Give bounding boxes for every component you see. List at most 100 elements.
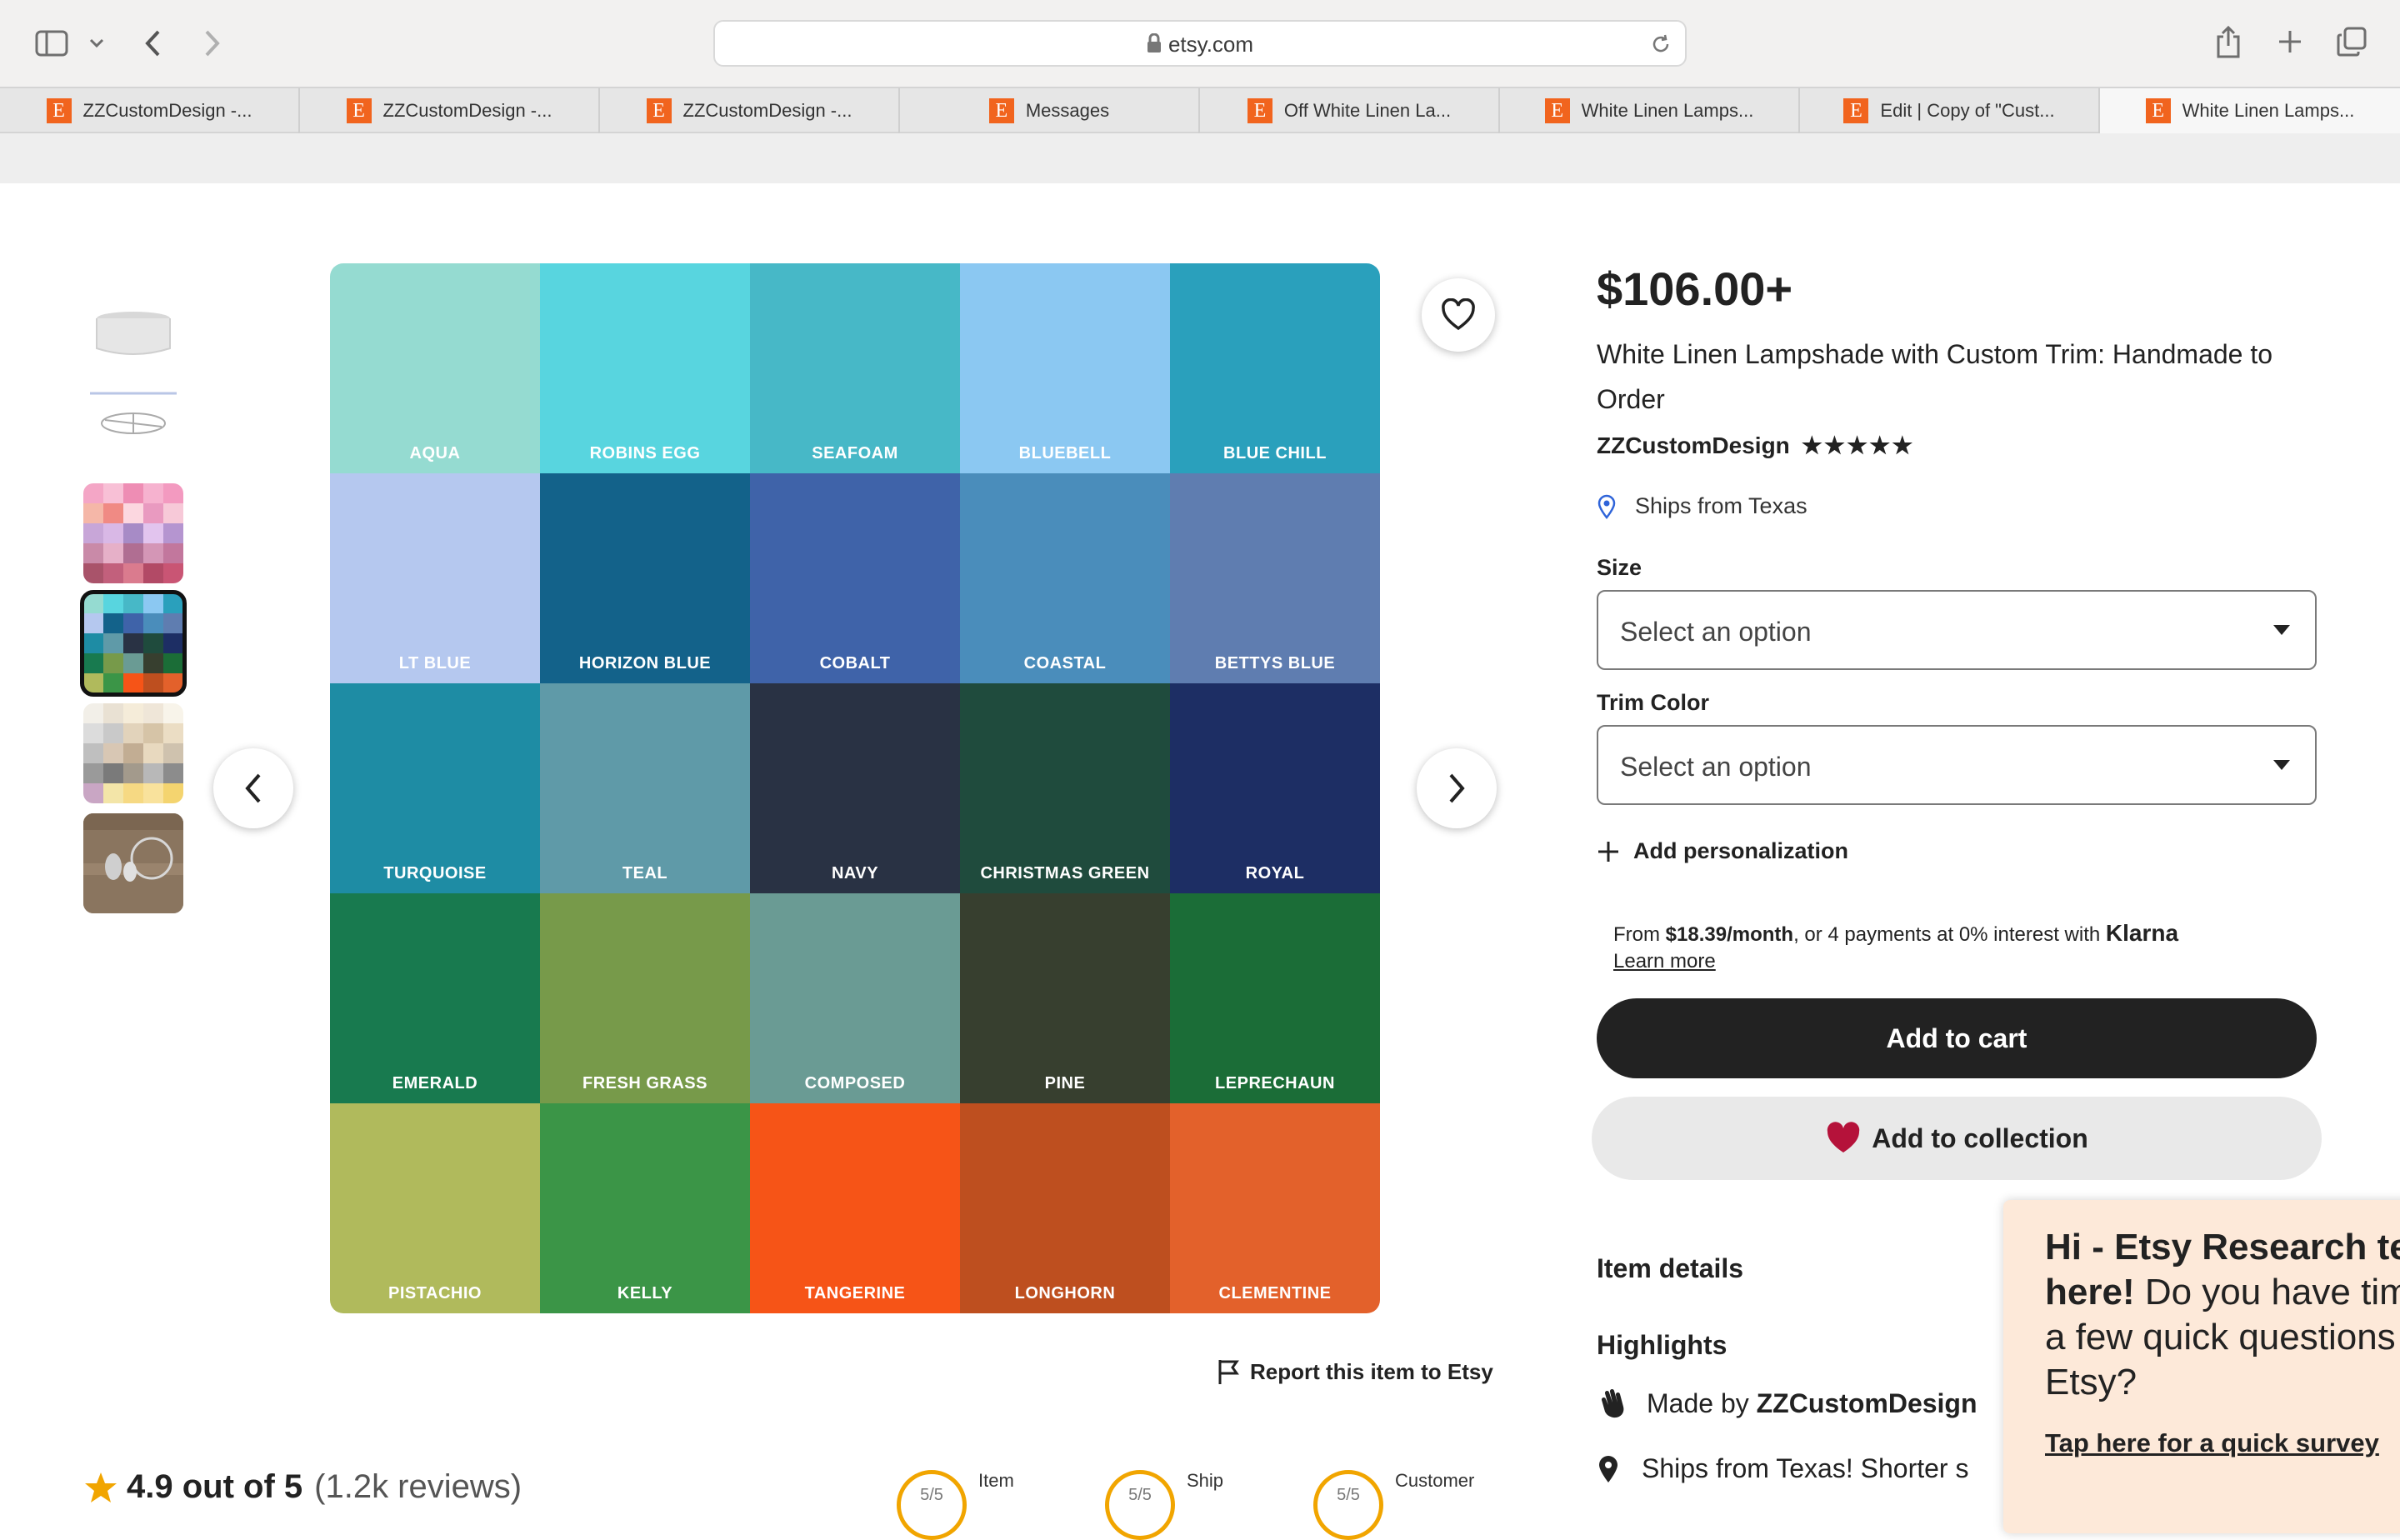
color-swatch: TURQUOISE xyxy=(330,683,540,893)
swatch-label: LT BLUE xyxy=(398,654,472,672)
browser-tab[interactable]: E White Linen Lamps... xyxy=(1500,88,1800,133)
product-image-swatch-grid: AQUA ROBINS EGG SEAFOAM BLUEBELL BLUE CHILL L… xyxy=(330,263,1380,1313)
browser-tab[interactable]: E ZZCustomDesign -... xyxy=(300,88,600,133)
reload-icon[interactable] xyxy=(1648,32,1673,57)
chevron-right-icon xyxy=(1449,773,1465,803)
star-icon xyxy=(85,1472,117,1502)
swatch-label: TURQUOISE xyxy=(383,864,487,882)
add-to-collection-button[interactable]: Add to collection xyxy=(1592,1097,2322,1180)
caret-down-icon xyxy=(2273,760,2290,770)
thumbnail-fitter-diagram[interactable] xyxy=(83,383,183,483)
report-item-link[interactable]: Report this item to Etsy xyxy=(1217,1358,1493,1385)
swatch-label: LEPRECHAUN xyxy=(1215,1074,1335,1092)
next-image-button[interactable] xyxy=(1417,748,1497,828)
klarna-amount: $18.39/month xyxy=(1665,923,1794,946)
address-bar[interactable]: etsy.com xyxy=(713,20,1687,67)
plus-icon xyxy=(1598,841,1618,862)
etsy-favicon-icon: E xyxy=(646,98,672,123)
shop-info: ZZCustomDesign ★★★★★ xyxy=(1597,432,1914,459)
color-swatch: TEAL xyxy=(540,683,750,893)
thumbnail-blue-green-swatches[interactable] xyxy=(80,590,187,697)
color-swatch: KELLY xyxy=(540,1103,750,1313)
tab-bar: E ZZCustomDesign -... E ZZCustomDesign -..… xyxy=(0,87,2400,133)
location-pin-icon xyxy=(1598,494,1616,519)
browser-tab[interactable]: E Edit | Copy of "Cust... xyxy=(1800,88,2100,133)
color-swatch: COASTAL xyxy=(960,473,1170,683)
trim-select-value: Select an option xyxy=(1620,752,1812,782)
favorite-button[interactable] xyxy=(1422,278,1495,352)
etsy-favicon-icon: E xyxy=(1843,98,1869,123)
review-count: (1.2k reviews) xyxy=(314,1468,522,1505)
swatch-label: BLUEBELL xyxy=(1018,444,1112,462)
rating-shipping: 5/5 Ship xyxy=(1105,1470,1223,1540)
item-details-heading[interactable]: Item details xyxy=(1597,1253,1743,1284)
tab-overview-icon[interactable] xyxy=(2335,25,2368,58)
etsy-favicon-icon: E xyxy=(2145,98,2171,123)
thumbnail-neutral-swatches[interactable] xyxy=(83,703,183,803)
color-swatch: BLUEBELL xyxy=(960,263,1170,473)
color-swatch: PISTACHIO xyxy=(330,1103,540,1313)
etsy-favicon-icon: E xyxy=(988,98,1014,123)
share-icon[interactable] xyxy=(2212,23,2245,60)
swatch-label: PINE xyxy=(1044,1074,1086,1092)
color-swatch: NAVY xyxy=(750,683,960,893)
swatch-label: COASTAL xyxy=(1023,654,1107,672)
trim-color-label: Trim Color xyxy=(1597,690,1710,715)
previous-image-button[interactable] xyxy=(213,748,293,828)
color-swatch: ROYAL xyxy=(1170,683,1380,893)
swatch-label: PISTACHIO xyxy=(388,1284,482,1302)
lock-icon xyxy=(1147,32,1162,59)
swatch-label: LONGHORN xyxy=(1014,1284,1116,1302)
location-pin-icon xyxy=(1599,1455,1618,1482)
swatch-label: CHRISTMAS GREEN xyxy=(980,864,1150,882)
swatch-label: TEAL xyxy=(622,864,668,882)
browser-tab[interactable]: E Off White Linen La... xyxy=(1200,88,1500,133)
product-price: $106.00+ xyxy=(1597,262,1793,315)
swatch-label: HORIZON BLUE xyxy=(578,654,712,672)
add-to-cart-button[interactable]: Add to cart xyxy=(1597,998,2317,1078)
forward-icon[interactable] xyxy=(197,27,227,60)
new-tab-icon[interactable] xyxy=(2273,25,2307,58)
thumbnail-hardware-photo[interactable] xyxy=(83,813,183,913)
chevron-down-icon[interactable] xyxy=(87,33,107,53)
color-swatch: PINE xyxy=(960,893,1170,1103)
swatch-label: BLUE CHILL xyxy=(1223,444,1327,462)
color-swatch: BLUE CHILL xyxy=(1170,263,1380,473)
color-swatch: EMERALD xyxy=(330,893,540,1103)
thumbnail-lampshade[interactable] xyxy=(83,280,183,380)
browser-toolbar: etsy.com xyxy=(0,0,2400,87)
color-swatch: LT BLUE xyxy=(330,473,540,683)
hand-wave-icon xyxy=(1601,1388,1624,1418)
size-select[interactable]: Select an option xyxy=(1597,590,2317,670)
made-by-shop-link[interactable]: ZZCustomDesign xyxy=(1757,1388,1978,1419)
swatch-label: AQUA xyxy=(409,444,461,462)
swatch-label: COBALT xyxy=(819,654,891,672)
swatch-label: CLEMENTINE xyxy=(1218,1284,1332,1302)
research-survey-popup[interactable]: Hi - Etsy Research te here! Do you have … xyxy=(2003,1200,2400,1533)
swatch-label: NAVY xyxy=(831,864,879,882)
ships-from: Ships from Texas xyxy=(1597,493,1808,519)
product-title: White Linen Lampshade with Custom Trim: … xyxy=(1597,339,2273,414)
reviews-summary: 4.9 out of 5 (1.2k reviews) xyxy=(83,1468,522,1506)
color-swatch: TANGERINE xyxy=(750,1103,960,1313)
shop-name-link[interactable]: ZZCustomDesign xyxy=(1597,432,1790,459)
back-icon[interactable] xyxy=(138,27,168,60)
swatch-label: COMPOSED xyxy=(804,1074,906,1092)
etsy-header-strip xyxy=(0,133,2400,183)
add-personalization-button[interactable]: Add personalization xyxy=(1597,838,1848,864)
color-swatch: COBALT xyxy=(750,473,960,683)
survey-link[interactable]: Tap here for a quick survey xyxy=(2045,1428,2400,1458)
learn-more-link[interactable]: Learn more xyxy=(1613,950,1716,972)
chevron-left-icon xyxy=(245,773,261,803)
color-swatch: COMPOSED xyxy=(750,893,960,1103)
etsy-favicon-icon: E xyxy=(1544,98,1570,123)
sidebar-toggle-icon[interactable] xyxy=(33,28,70,58)
thumbnail-pink-swatches[interactable] xyxy=(83,483,183,583)
url-text: etsy.com xyxy=(715,32,1685,59)
trim-color-select[interactable]: Select an option xyxy=(1597,725,2317,805)
browser-tab-active[interactable]: E White Linen Lamps... xyxy=(2100,88,2400,133)
browser-tab[interactable]: E ZZCustomDesign -... xyxy=(600,88,900,133)
browser-tab[interactable]: E ZZCustomDesign -... xyxy=(0,88,300,133)
heart-filled-icon xyxy=(1828,1122,1860,1152)
browser-tab[interactable]: E Messages xyxy=(900,88,1200,133)
